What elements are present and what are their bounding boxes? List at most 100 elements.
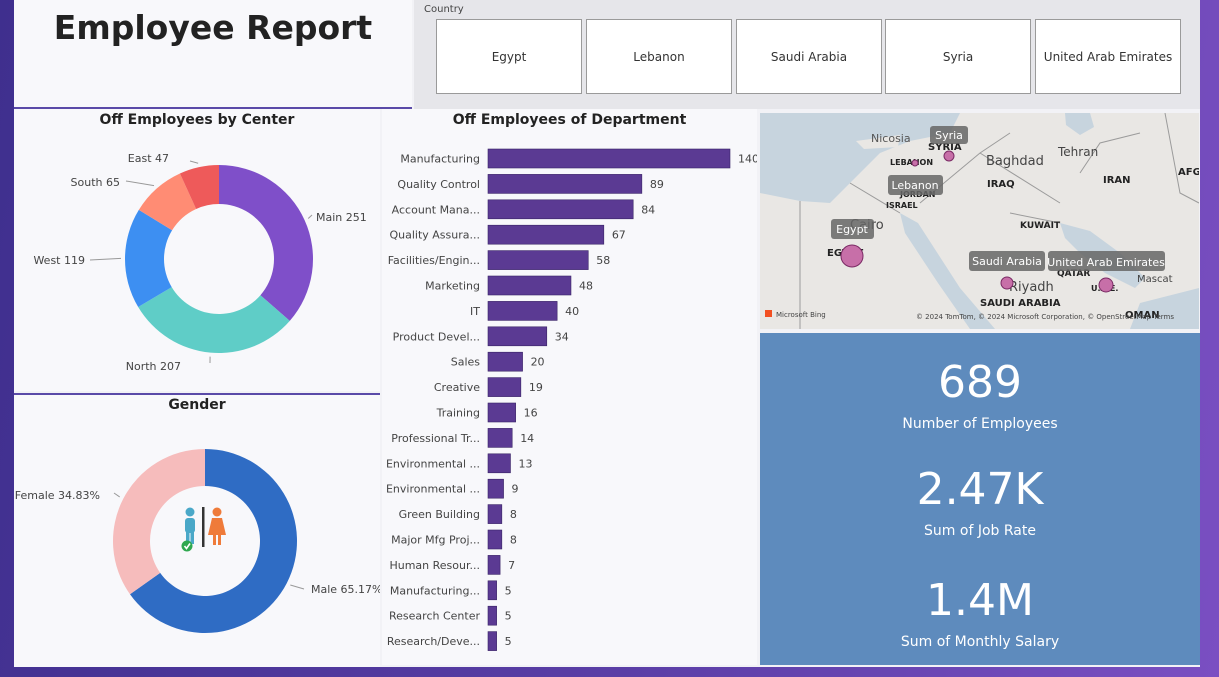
gender-leader-male — [290, 584, 305, 590]
center-label-north: North 207 — [126, 360, 181, 373]
map-bubble-lebanon[interactable] — [911, 159, 919, 167]
bar-value-label-9: 19 — [529, 381, 543, 394]
center-donut-panel: Off Employees by Center Main 251 North 20… — [14, 109, 380, 391]
center-donut-chart: Main 251 North 207 West 119 South 65 East 47 — [33, 152, 367, 373]
map-label-baghdad: Baghdad — [986, 154, 1044, 169]
bar-value-label-14: 8 — [510, 508, 517, 521]
country-slicer: Country Egypt Lebanon Saudi Arabia Syria… — [414, 0, 1200, 109]
bar-training-10[interactable] — [487, 402, 516, 423]
bar-category-label-0: Manufacturing — [400, 153, 480, 166]
bar-value-label-7: 34 — [555, 330, 569, 343]
country-map[interactable]: Nicosia SYRIA LEBANON JORDAN ISRAEL Bagh… — [760, 113, 1199, 329]
map-label-lebanon: LEBANON — [890, 158, 933, 167]
slicer-option-syria[interactable]: Syria — [885, 19, 1031, 94]
bar-creative-9[interactable] — [487, 377, 522, 397]
slicer-option-egypt[interactable]: Egypt — [436, 19, 582, 94]
map-attribution-left: Microsoft Bing — [776, 311, 826, 319]
map-label-riyadh: Riyadh — [1009, 280, 1054, 295]
kpi-employees-value: 689 — [938, 357, 1022, 408]
bar-category-label-13: Environmental ... — [386, 483, 480, 496]
bar-value-label-19: 5 — [505, 635, 512, 648]
map-tag-syria: Syria — [935, 129, 963, 142]
slicer-option-lebanon[interactable]: Lebanon — [586, 19, 732, 94]
bar-research-deve-19[interactable] — [487, 631, 497, 651]
center-label-south: South 65 — [71, 176, 120, 189]
bar-marketing-5[interactable] — [487, 275, 572, 296]
map-label-mascat: Mascat — [1137, 274, 1173, 285]
report-title: Employee Report — [53, 8, 373, 47]
bar-category-label-7: Product Devel... — [393, 330, 480, 343]
kpi-salary-value: 1.4M — [926, 575, 1034, 626]
bar-quality-control-1[interactable] — [487, 174, 643, 194]
gender-donut-chart: Male 65.17% Female 34.83% — [15, 449, 380, 633]
bar-category-label-17: Manufacturing... — [390, 584, 480, 597]
center-slice-main[interactable] — [219, 165, 313, 321]
bar-human-resour-16[interactable] — [487, 555, 501, 575]
bar-environmental-13[interactable] — [487, 478, 504, 499]
map-bubble-uae[interactable] — [1098, 277, 1114, 293]
bar-manufacturing-0[interactable] — [487, 148, 731, 169]
slicer-label: Country — [424, 4, 464, 15]
bar-major-mfg-proj-15[interactable] — [487, 529, 503, 550]
bar-value-label-3: 67 — [612, 229, 626, 242]
bar-value-label-5: 48 — [579, 280, 593, 293]
map-attribution-right: © 2024 TomTom, © 2024 Microsoft Corporat… — [916, 313, 1174, 321]
slicer-option-uae[interactable]: United Arab Emirates — [1035, 19, 1181, 94]
bar-value-label-4: 58 — [596, 254, 610, 267]
center-label-main: Main 251 — [316, 211, 367, 224]
bar-account-mana-2[interactable] — [487, 199, 634, 220]
bar-manufacturing-17[interactable] — [487, 580, 497, 601]
bar-green-building-14[interactable] — [487, 504, 503, 524]
bar-value-label-12: 13 — [518, 457, 532, 470]
bar-facilities-engin-4[interactable] — [487, 250, 589, 270]
center-leader-main — [307, 214, 313, 219]
kpi-panel: 689 Number of Employees 2.47K Sum of Job… — [760, 333, 1200, 665]
bar-value-label-10: 16 — [524, 407, 538, 420]
bar-quality-assura-3[interactable] — [487, 224, 605, 245]
map-bubble-syria[interactable] — [943, 150, 955, 162]
map-label-saudi-arabia: SAUDI ARABIA — [980, 298, 1061, 309]
bar-research-center-18[interactable] — [487, 605, 497, 626]
map-bubble-egypt[interactable] — [840, 244, 864, 268]
slicer-option-saudi-arabia[interactable]: Saudi Arabia — [736, 19, 882, 94]
bar-value-label-8: 20 — [531, 356, 545, 369]
bar-category-label-4: Facilities/Engin... — [388, 254, 480, 267]
department-bar-chart: Manufacturing 140Quality Control 89Account… — [386, 148, 757, 651]
bar-professional-tr-11[interactable] — [487, 428, 513, 448]
bar-sales-8[interactable] — [487, 351, 523, 372]
map-tag-uae: United Arab Emirates — [1047, 256, 1165, 269]
title-panel: Employee Report — [14, 0, 412, 109]
bar-category-label-6: IT — [470, 305, 480, 318]
bar-category-label-19: Research/Deve... — [387, 635, 480, 648]
bar-value-label-1: 89 — [650, 178, 664, 191]
map-tag-saudi: Saudi Arabia — [972, 255, 1042, 268]
bar-value-label-2: 84 — [641, 203, 655, 216]
bar-value-label-11: 14 — [520, 432, 534, 445]
bar-category-label-1: Quality Control — [397, 178, 480, 191]
bing-logo — [765, 310, 772, 317]
map-label-israel: ISRAEL — [886, 201, 918, 210]
map-tag-lebanon: Lebanon — [891, 179, 938, 192]
map-label-tehran: Tehran — [1057, 145, 1098, 159]
bar-value-label-16: 7 — [508, 559, 515, 572]
bar-category-label-3: Quality Assura... — [389, 229, 480, 242]
bar-it-6[interactable] — [487, 301, 558, 321]
bar-value-label-6: 40 — [565, 305, 579, 318]
bar-category-label-18: Research Center — [389, 610, 480, 623]
bar-category-label-12: Environmental ... — [386, 457, 480, 470]
center-label-east: East 47 — [128, 152, 169, 165]
map-label-afg: AFG — [1178, 167, 1199, 178]
bar-product-devel-7[interactable] — [487, 326, 548, 347]
map-bubble-saudi-arabia[interactable] — [1000, 276, 1014, 290]
restroom-icon — [181, 507, 226, 552]
bar-category-label-11: Professional Tr... — [391, 432, 480, 445]
gender-label-female: Female 34.83% — [15, 489, 100, 502]
center-leader-east — [189, 160, 199, 164]
center-leader-south — [125, 180, 155, 187]
bar-category-label-8: Sales — [451, 356, 481, 369]
map-tag-egypt: Egypt — [836, 223, 868, 236]
bar-environmental-12[interactable] — [487, 453, 511, 474]
bar-category-label-16: Human Resour... — [389, 559, 480, 572]
bar-category-label-5: Marketing — [425, 280, 480, 293]
kpi-job-rate-label: Sum of Job Rate — [924, 523, 1036, 539]
